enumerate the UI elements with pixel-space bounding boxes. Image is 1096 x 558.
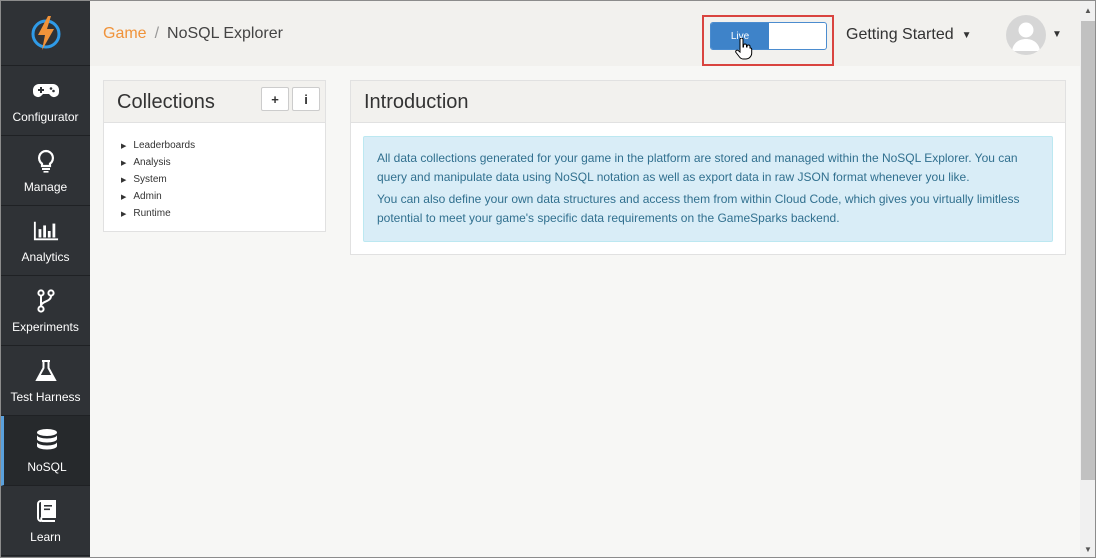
- bar-chart-icon: [33, 218, 59, 244]
- introduction-info-box: All data collections generated for your …: [363, 136, 1053, 242]
- sidebar-item-label: Learn: [30, 529, 61, 544]
- collections-header: Collections + i: [104, 81, 325, 123]
- getting-started-dropdown[interactable]: Getting Started ▼: [846, 26, 972, 44]
- getting-started-label: Getting Started: [846, 26, 954, 43]
- collections-title: Collections: [117, 91, 215, 113]
- sidebar-item-label: Analytics: [21, 249, 70, 264]
- sidebar-item-label: NoSQL: [27, 459, 67, 474]
- sidebar-item-manage[interactable]: Manage: [1, 136, 90, 206]
- sidebar-item-experiments[interactable]: Experiments: [1, 276, 90, 346]
- caret-right-icon: ▶: [121, 193, 127, 201]
- caret-right-icon: ▶: [121, 142, 127, 150]
- tree-item-leaderboards[interactable]: ▶ Leaderboards: [121, 137, 195, 154]
- intro-paragraph-1: All data collections generated for your …: [377, 151, 1018, 184]
- breadcrumb-current: NoSQL Explorer: [167, 25, 283, 42]
- logo-icon: [31, 16, 60, 50]
- sidebar-item-analytics[interactable]: Analytics: [1, 206, 90, 276]
- breadcrumb-game-link[interactable]: Game: [103, 25, 147, 42]
- caret-right-icon: ▶: [121, 176, 127, 184]
- tree-item-admin[interactable]: ▶ Admin: [121, 188, 195, 205]
- sidebar: Configurator Manage Analytics Experiment…: [1, 1, 90, 557]
- page-scrollbar[interactable]: ▲ ▼: [1080, 1, 1095, 557]
- avatar[interactable]: [1006, 15, 1046, 55]
- branch-icon: [33, 288, 59, 314]
- app-window: Configurator Manage Analytics Experiment…: [0, 0, 1096, 558]
- hand-cursor-icon: [735, 38, 753, 60]
- book-icon: [33, 498, 59, 524]
- sidebar-item-test-harness[interactable]: Test Harness: [1, 346, 90, 416]
- sidebar-item-learn[interactable]: Learn: [1, 486, 90, 556]
- caret-right-icon: ▶: [121, 159, 127, 167]
- chevron-down-icon: ▼: [961, 29, 972, 41]
- sidebar-item-label: Manage: [23, 179, 68, 194]
- tree-item-analysis[interactable]: ▶ Analysis: [121, 154, 195, 171]
- introduction-title: Introduction: [364, 91, 469, 113]
- database-icon: [34, 428, 60, 454]
- chevron-down-icon[interactable]: ▼: [1052, 29, 1062, 40]
- introduction-panel: Introduction All data collections genera…: [350, 80, 1066, 255]
- top-bar: Game / NoSQL Explorer Live Getting Started…: [90, 1, 1080, 66]
- flask-icon: [33, 358, 59, 384]
- lightbulb-icon: [33, 148, 59, 174]
- collections-tree: ▶ Leaderboards ▶ Analysis ▶ System ▶ Admin ▶…: [121, 137, 195, 222]
- breadcrumb: Game / NoSQL Explorer: [103, 25, 283, 43]
- introduction-header: Introduction: [351, 81, 1065, 123]
- sidebar-item-nosql[interactable]: NoSQL: [1, 416, 90, 486]
- scroll-down-icon[interactable]: ▼: [1084, 545, 1092, 554]
- gamepad-icon: [32, 78, 59, 104]
- sidebar-item-configurator[interactable]: Configurator: [1, 66, 90, 136]
- add-collection-button[interactable]: +: [261, 87, 289, 111]
- sidebar-item-label: Configurator: [12, 109, 79, 124]
- live-toggle[interactable]: Live: [710, 22, 827, 50]
- info-button[interactable]: i: [292, 87, 320, 111]
- breadcrumb-separator: /: [154, 25, 160, 42]
- sidebar-item-label: Test Harness: [10, 389, 81, 404]
- scrollbar-thumb[interactable]: [1081, 21, 1095, 480]
- user-icon: [1012, 22, 1040, 51]
- scroll-up-icon[interactable]: ▲: [1084, 6, 1092, 15]
- caret-right-icon: ▶: [121, 210, 127, 218]
- tree-item-system[interactable]: ▶ System: [121, 171, 195, 188]
- collections-panel: Collections + i ▶ Leaderboards ▶ Analysis …: [103, 80, 326, 232]
- sidebar-item-label: Experiments: [12, 319, 79, 334]
- tree-item-runtime[interactable]: ▶ Runtime: [121, 205, 195, 222]
- intro-paragraph-2: You can also define your own data struct…: [377, 192, 1020, 225]
- gamesparks-logo[interactable]: [1, 1, 90, 66]
